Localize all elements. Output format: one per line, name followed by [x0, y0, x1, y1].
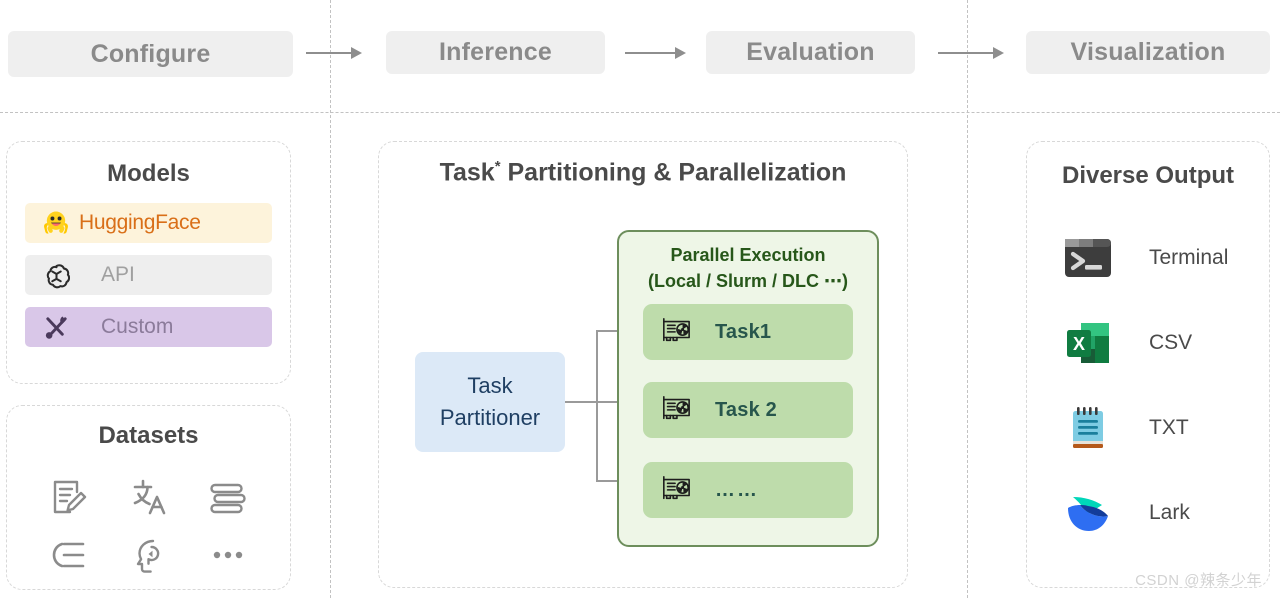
books-stack-icon — [210, 483, 246, 514]
reasoning-head-icon — [137, 539, 160, 573]
task-partitioner-line1: Task — [467, 373, 513, 399]
stage-visualization[interactable]: Visualization — [1026, 31, 1270, 74]
tools-icon — [39, 312, 73, 342]
ellipsis-icon — [213, 551, 243, 559]
stage-configure[interactable]: Configure — [8, 31, 293, 77]
terminal-icon — [1061, 233, 1115, 283]
diagram-canvas: Configure Inference Evaluation Visualiza… — [0, 0, 1280, 598]
arrow-head — [993, 47, 1004, 59]
task-card-1[interactable]: Task1 — [643, 304, 853, 360]
horizontal-divider — [0, 112, 1280, 113]
gpu-card-icon — [659, 393, 693, 428]
output-item-txt-label: TXT — [1149, 416, 1189, 439]
arrow-shaft — [625, 52, 676, 54]
dataset-icon-books[interactable] — [206, 475, 250, 519]
gpu-card-icon — [659, 473, 693, 508]
arrow-shaft — [938, 52, 994, 54]
output-item-lark-label: Lark — [1149, 501, 1190, 524]
arrow-head — [675, 47, 686, 59]
arrow-configure-to-inference — [306, 47, 362, 59]
output-panel-title: Diverse Output — [1061, 162, 1235, 189]
gpu-card-icon — [659, 315, 693, 350]
arrow-shaft — [306, 52, 352, 54]
stage-inference-label: Inference — [439, 38, 552, 66]
model-item-custom[interactable]: Custom — [25, 307, 272, 347]
output-item-csv[interactable]: X CSV — [1061, 314, 1259, 372]
arrow-inference-to-evaluation — [625, 47, 686, 59]
vertical-divider-right — [967, 0, 968, 598]
translate-icon — [134, 479, 166, 515]
center-panel-title-rest: Partitioning & Parallelization — [500, 158, 847, 187]
arrow-head — [351, 47, 362, 59]
parallel-execution-box: Parallel Execution (Local / Slurm / DLC … — [617, 230, 879, 547]
task-partitioner-line2: Partitioner — [439, 405, 541, 430]
svg-text:X: X — [1073, 334, 1085, 354]
dataset-icon-summarize[interactable] — [47, 533, 91, 577]
vertical-divider-left — [330, 0, 331, 598]
task-card-1-label: Task1 — [715, 320, 772, 343]
stage-inference[interactable]: Inference — [386, 31, 605, 74]
task-card-2-label: Task 2 — [715, 398, 777, 421]
dataset-icon-reasoning[interactable] — [126, 533, 170, 577]
model-item-api[interactable]: API — [25, 255, 272, 295]
datasets-panel: Datasets — [6, 405, 291, 590]
stage-visualization-label: Visualization — [1070, 38, 1226, 66]
dataset-icon-note-edit[interactable] — [47, 475, 91, 519]
models-panel: Models HuggingFace API Custom — [6, 141, 291, 384]
stage-configure-label: Configure — [90, 39, 211, 68]
arrow-evaluation-to-visualization — [938, 47, 1004, 59]
task-card-2[interactable]: Task 2 — [643, 382, 853, 438]
datasets-panel-title: Datasets — [98, 422, 199, 449]
lark-bird-icon — [1061, 488, 1115, 538]
center-panel: Task* Partitioning & Parallelization Tas… — [378, 141, 908, 588]
output-item-lark[interactable]: Lark — [1061, 484, 1259, 542]
task-partitioner-box[interactable]: Task Partitioner — [415, 352, 565, 452]
task-card-3[interactable]: …… — [643, 462, 853, 518]
output-item-terminal-label: Terminal — [1149, 246, 1229, 269]
parallel-execution-title-line1: Parallel Execution — [670, 245, 826, 265]
dataset-icon-translate[interactable] — [126, 475, 170, 519]
output-item-terminal[interactable]: Terminal — [1061, 229, 1259, 287]
center-panel-title: Task* Partitioning & Parallelization — [379, 158, 907, 187]
model-item-huggingface[interactable]: HuggingFace — [25, 203, 272, 243]
watermark: CSDN @辣条少年 — [1135, 572, 1262, 589]
summarize-list-icon — [52, 542, 85, 568]
parallel-execution-title-line2: (Local / Slurm / DLC ⋯) — [647, 271, 848, 292]
output-item-csv-label: CSV — [1149, 331, 1193, 354]
models-panel-title: Models — [107, 160, 190, 187]
connector-trunk-vertical — [596, 330, 598, 482]
openai-knot-icon — [39, 260, 73, 290]
note-edit-icon — [53, 480, 87, 514]
output-panel: Diverse Output Terminal X CSV TXT Lark — [1026, 141, 1270, 588]
stage-evaluation-label: Evaluation — [746, 38, 875, 66]
excel-csv-icon: X — [1061, 318, 1115, 368]
connector-trunk-horizontal — [565, 401, 597, 403]
dataset-icon-more[interactable] — [206, 533, 250, 577]
output-item-txt[interactable]: TXT — [1061, 399, 1259, 457]
stage-evaluation[interactable]: Evaluation — [706, 31, 915, 74]
model-item-api-label: API — [101, 263, 135, 286]
parallel-execution-title: Parallel Execution (Local / Slurm / DLC … — [619, 242, 877, 294]
task-card-3-label: …… — [715, 478, 759, 501]
model-item-custom-label: Custom — [101, 315, 174, 338]
hugging-face-icon — [39, 208, 73, 238]
center-panel-title-main: Task — [439, 158, 495, 187]
model-item-huggingface-label: HuggingFace — [79, 211, 201, 234]
notepad-txt-icon — [1061, 403, 1115, 453]
datasets-icon-grid — [29, 468, 268, 584]
